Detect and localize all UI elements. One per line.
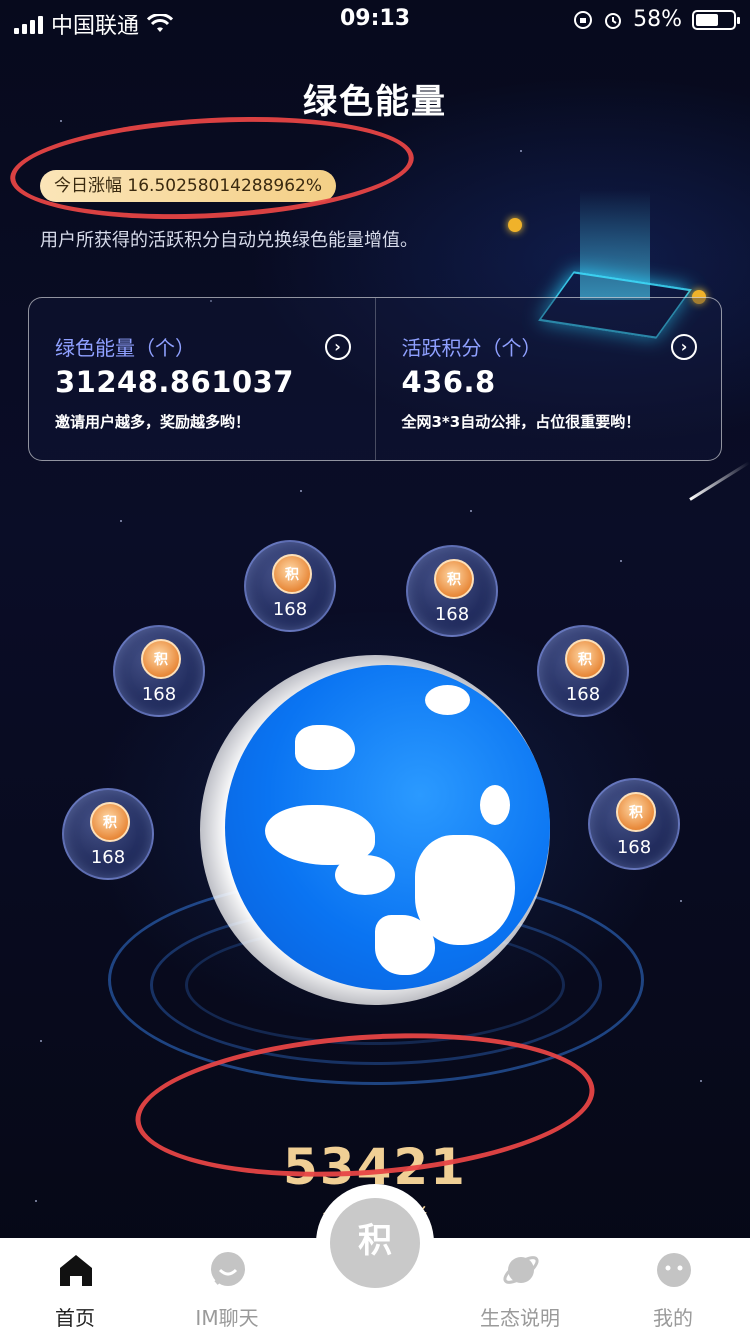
subtitle: 用户所获得的活跃积分自动兑换绿色能量增值。 (40, 230, 418, 251)
bubble-value: 168 (616, 837, 652, 858)
land-shape (415, 835, 515, 945)
points-icon: 积 (330, 1198, 420, 1288)
points-coin-icon (272, 554, 312, 594)
battery-icon (692, 9, 740, 30)
gold-orb (508, 218, 522, 232)
star (620, 560, 622, 562)
star (470, 510, 472, 512)
points-coin-icon (90, 802, 130, 842)
land-shape (480, 785, 510, 825)
star (700, 1080, 702, 1082)
home-icon (60, 1255, 92, 1286)
card-value: 31248.861037 (55, 365, 294, 399)
tab-label: IM聊天 (195, 1306, 259, 1330)
points-coin-icon (616, 792, 656, 832)
energy-bubble[interactable]: 168 (244, 540, 336, 632)
tab-label: 我的 (653, 1306, 693, 1330)
star (40, 1040, 42, 1042)
star (520, 150, 522, 152)
tab-label: 首页 (55, 1306, 95, 1330)
chat-icon (211, 1252, 245, 1286)
profile-icon (657, 1253, 691, 1287)
points-coin-icon (565, 639, 605, 679)
land-shape (335, 855, 395, 895)
active-points-card[interactable]: 活跃积分（个） 436.8 全网3*3自动公排，占位很重要哟！ › (374, 298, 722, 460)
stats-panel: 绿色能量（个） 31248.861037 邀请用户越多，奖励越多哟！ › 活跃积… (28, 297, 722, 461)
battery-percent: 58% (633, 7, 682, 32)
points-center-button[interactable]: 积 (322, 1190, 428, 1296)
bubble-value: 168 (565, 684, 601, 705)
energy-bubble[interactable]: 168 (62, 788, 154, 880)
green-energy-card[interactable]: 绿色能量（个） 31248.861037 邀请用户越多，奖励越多哟！ › (29, 298, 375, 460)
energy-bubble[interactable]: 168 (113, 625, 205, 717)
land-shape (295, 725, 355, 770)
card-value: 436.8 (401, 365, 496, 399)
star (300, 490, 302, 492)
planet-icon (503, 1256, 539, 1284)
bubble-value: 168 (434, 604, 470, 625)
points-coin-icon (141, 639, 181, 679)
tab-profile[interactable]: 我的 (598, 1238, 748, 1334)
bubble-value: 168 (272, 599, 308, 620)
tab-label: 生态说明 (480, 1306, 560, 1330)
bubble-value: 168 (90, 847, 126, 868)
tab-im-chat[interactable]: IM聊天 (152, 1238, 302, 1334)
tab-ecosystem[interactable]: 生态说明 (445, 1238, 595, 1334)
star (120, 520, 122, 522)
tab-home[interactable]: 首页 (0, 1238, 150, 1334)
bubble-value: 168 (141, 684, 177, 705)
chevron-right-icon[interactable]: › (324, 334, 351, 360)
star (680, 900, 682, 902)
earth-globe (225, 665, 550, 990)
energy-bubble[interactable]: 168 (406, 545, 498, 637)
card-note: 邀请用户越多，奖励越多哟！ (55, 413, 251, 431)
alarm-icon (605, 12, 622, 29)
status-right: 58% (573, 7, 740, 32)
rotation-lock-icon (574, 10, 593, 29)
energy-bubble[interactable]: 168 (588, 778, 680, 870)
page-title: 绿色能量 (303, 82, 447, 122)
land-shape (425, 685, 470, 715)
status-bar: 中国联通 09:13 58% (0, 0, 750, 40)
points-coin-icon (434, 559, 474, 599)
chevron-right-icon[interactable]: › (671, 334, 697, 360)
card-note: 全网3*3自动公排，占位很重要哟！ (401, 413, 641, 431)
energy-bubble[interactable]: 168 (537, 625, 629, 717)
